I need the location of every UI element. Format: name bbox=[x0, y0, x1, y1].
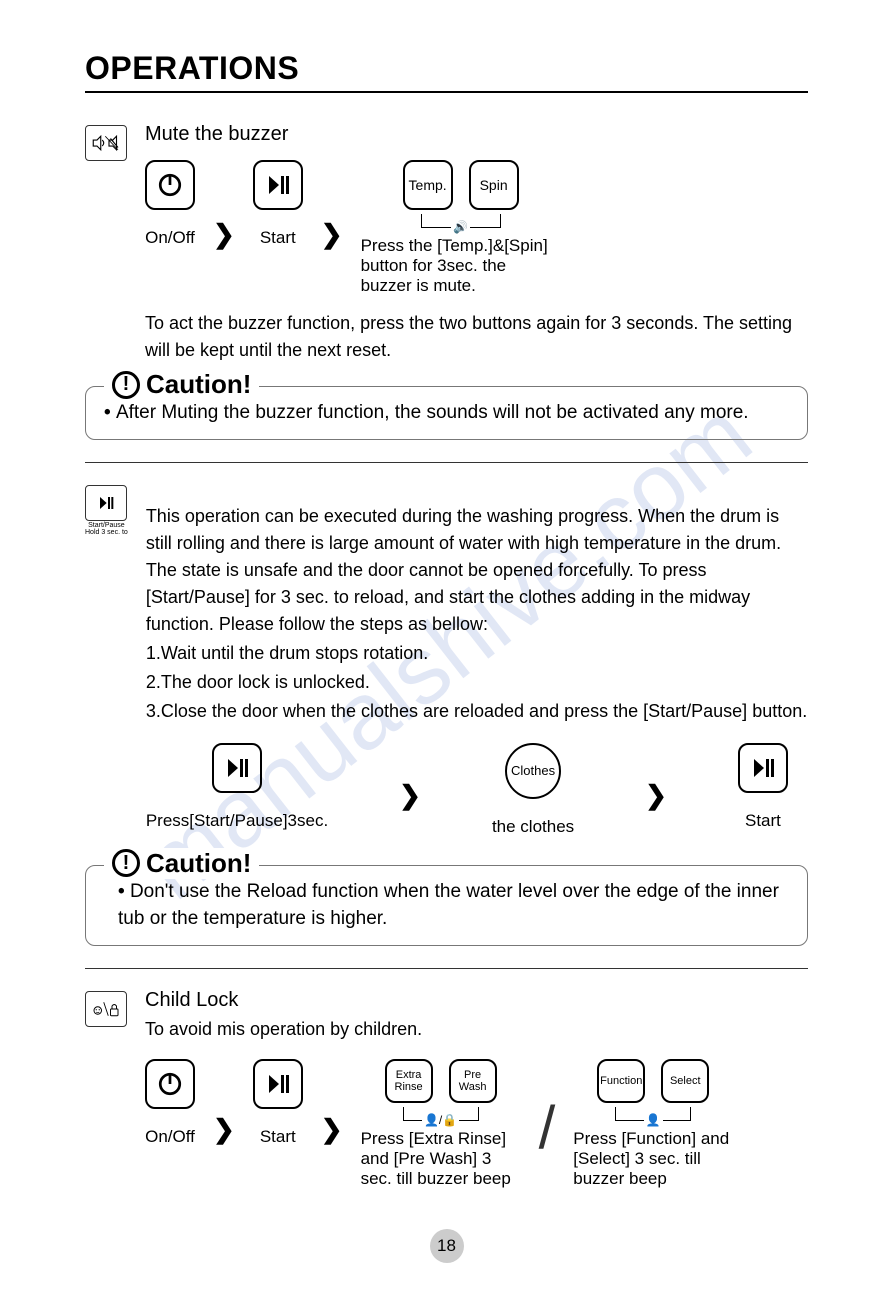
temp-button: Temp. bbox=[403, 160, 453, 210]
reload-step3: 3.Close the door when the clothes are re… bbox=[146, 698, 808, 725]
select-button: Select bbox=[661, 1059, 709, 1103]
childlock-sub: To avoid mis operation by children. bbox=[145, 1016, 808, 1043]
onoff-button bbox=[145, 1059, 195, 1109]
onoff-label: On/Off bbox=[145, 228, 195, 248]
start-pause-button bbox=[212, 743, 262, 793]
page-title: OPERATIONS bbox=[85, 50, 808, 93]
chevron-icon: ❯ bbox=[311, 1114, 353, 1145]
chevron-icon: ❯ bbox=[311, 219, 353, 250]
chevron-icon: ❯ bbox=[203, 219, 245, 250]
sound-icon: 🔊 bbox=[451, 220, 470, 234]
slash-separator: / bbox=[529, 1093, 566, 1162]
start-pause-icon bbox=[85, 485, 127, 521]
press-label: Press[Start/Pause]3sec. bbox=[146, 811, 328, 831]
mute-heading: Mute the buzzer bbox=[145, 123, 808, 146]
lock-icon: 👤 bbox=[644, 1113, 663, 1127]
onoff-button bbox=[145, 160, 195, 210]
chevron-icon: ❯ bbox=[635, 780, 677, 811]
page-number: 18 bbox=[430, 1229, 464, 1263]
combo2-desc: Press [Function] and [Select] 3 sec. til… bbox=[573, 1129, 733, 1189]
reload-caution: !Caution! Don't use the Reload function … bbox=[85, 865, 808, 946]
chevron-icon: ❯ bbox=[389, 780, 431, 811]
divider bbox=[85, 968, 808, 969]
start-button bbox=[738, 743, 788, 793]
extra-rinse-button: Extra Rinse bbox=[385, 1059, 433, 1103]
caution-text: After Muting the buzzer function, the so… bbox=[104, 399, 789, 427]
mute-paragraph: To act the buzzer function, press the tw… bbox=[145, 310, 808, 364]
onoff-label: On/Off bbox=[145, 1127, 195, 1147]
mute-section: Mute the buzzer On/Off ❯ Start ❯ Temp. S… bbox=[85, 123, 808, 364]
start-label: Start bbox=[260, 1127, 296, 1147]
lock-toggle-icon: 👤/🔒 bbox=[422, 1113, 459, 1127]
reload-paragraph: This operation can be executed during th… bbox=[146, 503, 808, 638]
caution-title: Caution! bbox=[146, 369, 251, 400]
warning-icon: ! bbox=[112, 849, 140, 877]
function-button: Function bbox=[597, 1059, 645, 1103]
side-sub-label: Start/PauseHold 3 sec. to bbox=[85, 522, 128, 537]
sound-toggle-icon bbox=[85, 125, 127, 161]
childlock-heading: Child Lock bbox=[145, 989, 808, 1012]
reload-step1: 1.Wait until the drum stops rotation. bbox=[146, 640, 808, 667]
start-button bbox=[253, 160, 303, 210]
reload-step2: 2.The door lock is unlocked. bbox=[146, 669, 808, 696]
divider bbox=[85, 462, 808, 463]
start-label: Start bbox=[745, 811, 781, 831]
spin-button: Spin bbox=[469, 160, 519, 210]
chevron-icon: ❯ bbox=[203, 1114, 245, 1145]
caution-title: Caution! bbox=[146, 848, 251, 879]
temp-spin-desc: Press the [Temp.]&[Spin] button for 3sec… bbox=[361, 236, 561, 296]
warning-icon: ! bbox=[112, 371, 140, 399]
start-label: Start bbox=[260, 228, 296, 248]
pre-wash-button: Pre Wash bbox=[449, 1059, 497, 1103]
mute-caution: !Caution! After Muting the buzzer functi… bbox=[85, 386, 808, 440]
combo1-desc: Press [Extra Rinse] and [Pre Wash] 3 sec… bbox=[361, 1129, 521, 1189]
reload-section: Start/PauseHold 3 sec. to This operation… bbox=[85, 483, 808, 837]
childlock-section: Child Lock To avoid mis operation by chi… bbox=[85, 989, 808, 1189]
caution-text: Don't use the Reload function when the w… bbox=[104, 878, 789, 933]
start-button bbox=[253, 1059, 303, 1109]
child-lock-icon bbox=[85, 991, 127, 1027]
clothes-label: the clothes bbox=[492, 817, 574, 837]
clothes-icon: Clothes bbox=[505, 743, 561, 799]
